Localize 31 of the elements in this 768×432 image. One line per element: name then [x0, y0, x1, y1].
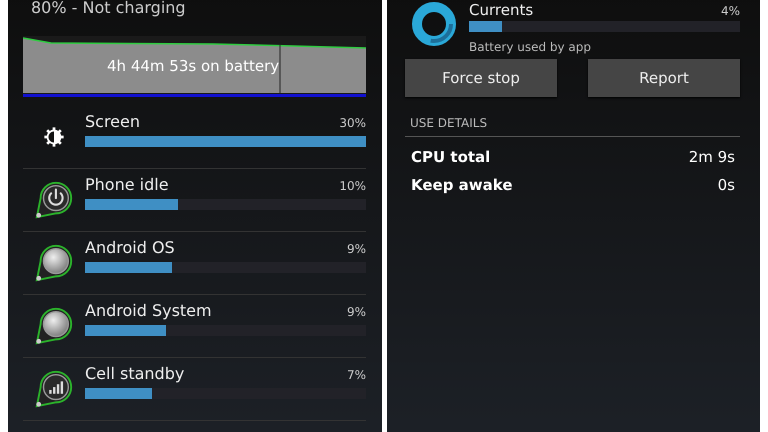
force-stop-button[interactable]: Force stop	[405, 59, 557, 97]
usage-percent: 9%	[346, 305, 366, 319]
usage-row[interactable]: Android OS 9%	[23, 232, 366, 295]
usage-label: Cell standby	[85, 364, 184, 383]
usage-row[interactable]: Android System 9%	[23, 295, 366, 358]
usage-label: Screen	[85, 112, 140, 131]
usage-row[interactable]: Phone idle 10%	[23, 169, 366, 232]
usage-percent: 9%	[346, 242, 366, 256]
usage-percent: 30%	[339, 116, 366, 130]
detail-label: CPU total	[411, 148, 490, 166]
app-name: Currents	[469, 1, 534, 19]
usage-label: Android OS	[85, 238, 175, 257]
section-header: USE DETAILS	[405, 116, 740, 137]
ring-icon	[411, 1, 457, 47]
brightness-icon	[43, 126, 65, 148]
usage-percent: 7%	[346, 368, 366, 382]
app-subtitle: Battery used by app	[469, 40, 592, 54]
usage-label: Phone idle	[85, 175, 169, 194]
detail-label: Keep awake	[411, 176, 513, 194]
report-button[interactable]: Report	[588, 59, 740, 97]
usage-row[interactable]: Screen 30%	[23, 106, 366, 169]
usage-label: Android System	[85, 301, 212, 320]
detail-value: 2m 9s	[688, 148, 735, 166]
signal-icon	[33, 368, 75, 410]
detail-value: 0s	[718, 176, 735, 194]
power-icon	[33, 179, 75, 221]
battery-status: 80% - Not charging	[31, 0, 187, 18]
usage-percent: 4%	[720, 4, 740, 18]
usage-row[interactable]: Cell standby 7%	[23, 358, 366, 421]
usage-percent: 10%	[339, 179, 366, 193]
graph-caption: 4h 44m 53s on battery	[107, 57, 280, 75]
